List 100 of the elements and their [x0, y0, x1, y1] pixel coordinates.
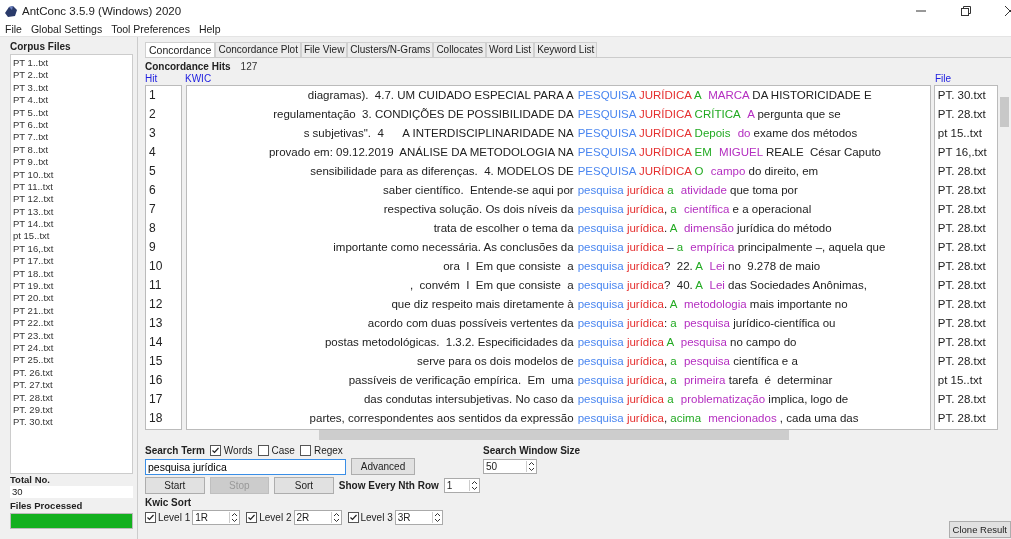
- file-list-item[interactable]: PT. 30.txt: [13, 416, 130, 429]
- checkbox[interactable]: [299, 445, 311, 456]
- clone-results-button[interactable]: Clone Result: [948, 521, 1011, 538]
- keyword-match: PESQUISA JURÍDICA O campo do direito, em: [577, 164, 819, 179]
- file-name: PT. 28.txt: [937, 259, 987, 274]
- tab[interactable]: Keyword List: [534, 42, 598, 57]
- file-list-item[interactable]: PT 23..txt: [13, 329, 130, 342]
- file-list-item[interactable]: PT. 26.txt: [13, 366, 130, 380]
- level-spinner[interactable]: 1R: [192, 510, 241, 525]
- left-context: , convém I Em que consiste a: [409, 278, 575, 293]
- action-button[interactable]: Start: [145, 477, 205, 494]
- file-list-item[interactable]: PT 14..txt: [13, 218, 130, 231]
- tab[interactable]: Clusters/N-Grams: [347, 42, 434, 57]
- left-context: postas metodológicas. 1.3.2. Especificidades da: [323, 335, 575, 350]
- file-name: PT. 28.txt: [937, 354, 987, 369]
- checkbox[interactable]: [209, 445, 221, 456]
- file-list-item[interactable]: PT 20..txt: [13, 292, 130, 305]
- left-context: partes, correspondentes aos sentidos da expressão: [308, 411, 575, 426]
- left-context: importante como necessária. As conclusões da: [332, 240, 575, 255]
- file-name: PT 16,.txt: [937, 145, 988, 160]
- maximize-icon[interactable]: [960, 5, 972, 17]
- checkbox-label: Level 3: [360, 512, 393, 523]
- file-list-item[interactable]: PT 3..txt: [13, 81, 130, 95]
- file-list-item[interactable]: PT 11..txt: [13, 180, 130, 194]
- file-name: pt 15..txt: [937, 373, 983, 388]
- window-title: AntConc 3.5.9 (Windows) 2020: [22, 5, 182, 17]
- column-header[interactable]: Hit: [145, 73, 185, 85]
- tab[interactable]: Word List: [486, 42, 535, 57]
- hit-number: 10: [148, 258, 164, 275]
- file-list-item[interactable]: PT 7..txt: [13, 131, 130, 144]
- menu-item[interactable]: Global Settings: [30, 23, 103, 35]
- hit-number: 17: [148, 391, 164, 408]
- checkbox[interactable]: [257, 445, 269, 456]
- file-list-item[interactable]: PT 6..txt: [13, 118, 130, 132]
- hit-number: 13: [148, 315, 164, 332]
- left-context: serve para os dois modelos de: [416, 354, 575, 369]
- window-size-label: Search Window Size: [483, 445, 581, 456]
- file-list-item[interactable]: PT 10..txt: [13, 168, 130, 181]
- menu-item[interactable]: File: [5, 23, 22, 35]
- file-list-item[interactable]: PT 12..txt: [13, 193, 130, 206]
- hit-number: 14: [148, 334, 164, 351]
- checkbox-label: Regex: [313, 445, 343, 456]
- menu-item[interactable]: Help: [198, 23, 221, 35]
- file-list-item[interactable]: PT. 27.txt: [13, 379, 130, 392]
- file-list-item[interactable]: PT 13..txt: [13, 205, 130, 219]
- checkbox[interactable]: [347, 512, 359, 523]
- hit-number: 18: [148, 410, 164, 427]
- file-list-item[interactable]: PT 4..txt: [13, 94, 130, 107]
- file-list-item[interactable]: PT 19..txt: [13, 280, 130, 293]
- hits-count: 127: [240, 61, 258, 72]
- tab[interactable]: Concordance: [145, 42, 216, 57]
- file-list-item[interactable]: PT 22..txt: [13, 317, 130, 330]
- file-list-item[interactable]: PT 21..txt: [13, 304, 130, 318]
- keyword-match: PESQUISA JURÍDICA EM MIGUEL REALE César Caputo: [577, 145, 881, 160]
- keyword-match: pesquisa jurídica a atividade que toma por: [577, 183, 798, 198]
- app-icon: [4, 4, 18, 18]
- file-list-item[interactable]: PT 24..txt: [13, 342, 130, 355]
- left-context: saber científico. Entende-se aqui por: [382, 183, 575, 198]
- checkbox[interactable]: [145, 512, 156, 523]
- file-list-item[interactable]: pt 15..txt: [13, 230, 130, 243]
- left-context: ora I Em que consiste a: [442, 259, 575, 274]
- file-list-item[interactable]: PT 9..txt: [13, 156, 130, 169]
- column-header[interactable]: File: [935, 73, 995, 85]
- checkbox[interactable]: [246, 512, 258, 523]
- hit-number: 5: [148, 163, 157, 180]
- file-list-item[interactable]: PT 8..txt: [13, 143, 130, 157]
- left-context: acordo com duas possíveis vertentes da: [366, 316, 575, 331]
- tab[interactable]: File View: [300, 42, 348, 57]
- level-spinner[interactable]: 3R: [394, 510, 443, 525]
- file-name: PT. 28.txt: [937, 107, 987, 122]
- file-list-item[interactable]: PT 5..txt: [13, 106, 130, 119]
- file-name: PT. 28.txt: [937, 335, 987, 350]
- file-list-item[interactable]: PT 18..txt: [13, 267, 130, 281]
- advanced-button[interactable]: Advanced: [351, 458, 415, 475]
- kwic-sort-label: Kwic Sort: [145, 497, 193, 508]
- file-name: PT. 28.txt: [937, 392, 987, 407]
- menu-item[interactable]: Tool Preferences: [111, 23, 190, 35]
- left-context: regulamentação 3. CONDIÇÕES DE POSSIBILIDADE DA: [272, 107, 575, 122]
- file-name: PT. 28.txt: [937, 278, 987, 293]
- file-list-item[interactable]: PT 2..txt: [13, 69, 130, 82]
- total-count: 30: [10, 486, 133, 498]
- action-button[interactable]: Sort: [274, 477, 334, 494]
- level-spinner[interactable]: 2R: [293, 510, 342, 525]
- file-list-item[interactable]: PT 16,.txt: [13, 242, 130, 256]
- file-list-item[interactable]: PT 1..txt: [13, 57, 130, 70]
- keyword-match: PESQUISA JURÍDICA Depois do exame dos métodos: [577, 126, 858, 141]
- column-header[interactable]: KWIC: [185, 73, 935, 85]
- nth-row-spinner[interactable]: 1: [443, 478, 480, 493]
- window-size-spinner[interactable]: 50: [483, 459, 537, 474]
- file-list-item[interactable]: PT. 28.txt: [13, 391, 130, 404]
- keyword-match: pesquisa jurídica: a pesquisa jurídico-científica ou: [577, 316, 836, 331]
- checkbox-label: Words: [223, 445, 253, 456]
- search-field[interactable]: pesquisa jurídica: [145, 458, 346, 475]
- close-icon[interactable]: [1005, 5, 1011, 17]
- tab[interactable]: Concordance Plot: [215, 42, 301, 57]
- hit-number: 12: [148, 296, 164, 313]
- file-list-item[interactable]: PT 25..txt: [13, 354, 130, 367]
- file-list-item[interactable]: PT. 29.txt: [13, 403, 130, 417]
- tab[interactable]: Collocates: [433, 42, 487, 57]
- file-list-item[interactable]: PT 17..txt: [13, 255, 130, 268]
